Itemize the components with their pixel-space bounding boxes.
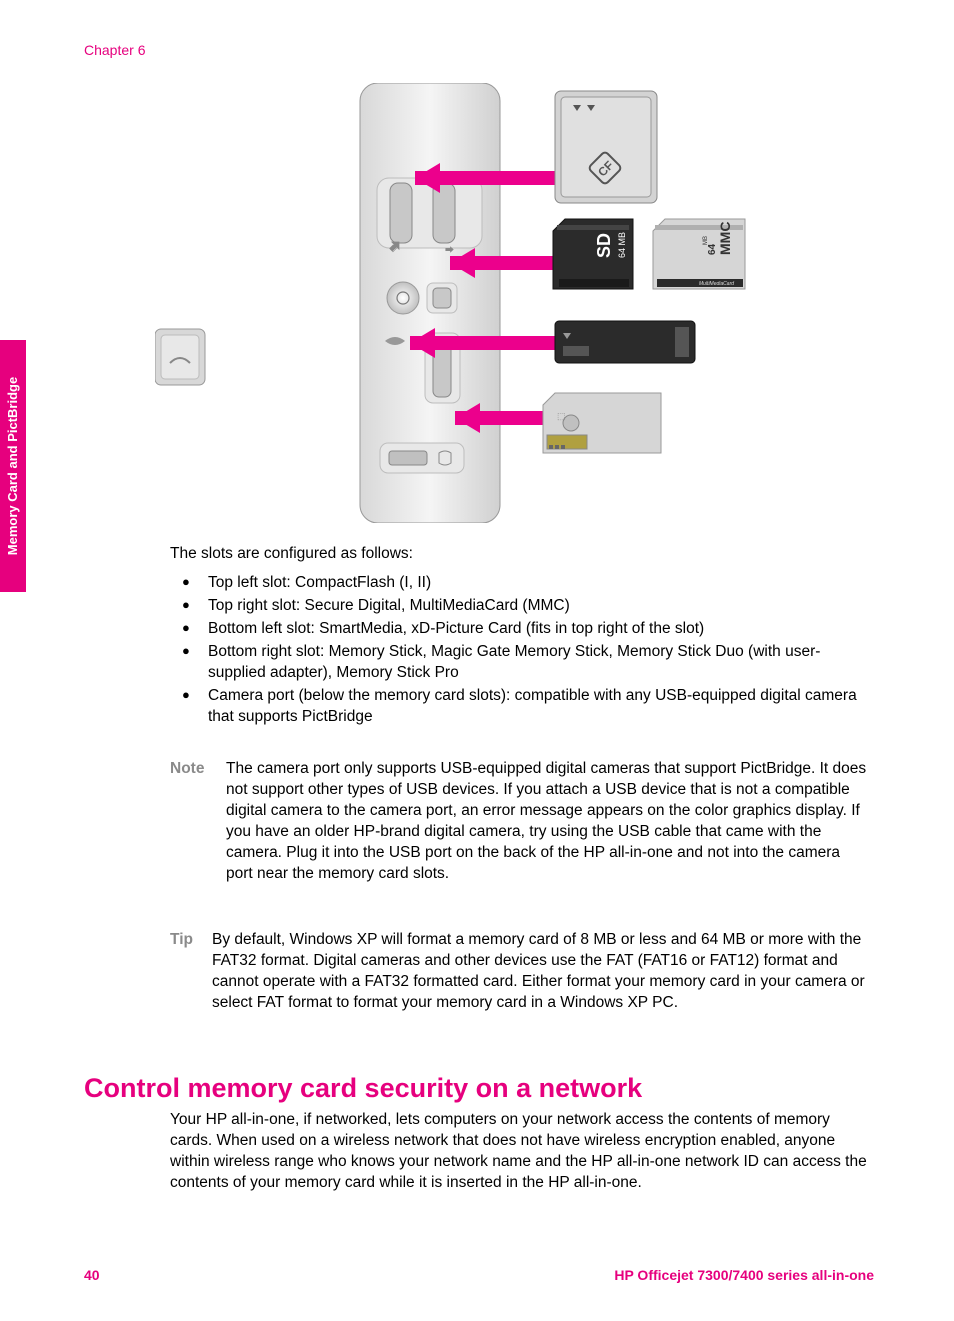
note-block: Note The camera port only supports USB-e…: [170, 759, 870, 885]
note-text: The camera port only supports USB-equipp…: [226, 759, 870, 885]
svg-text:◈: ◈: [389, 243, 397, 254]
product-name: HP Officejet 7300/7400 series all-in-one: [614, 1266, 874, 1285]
list-item: Top left slot: CompactFlash (I, II): [170, 573, 870, 594]
list-item: Top right slot: Secure Digital, MultiMed…: [170, 596, 870, 617]
chapter-header: Chapter 6: [84, 41, 145, 60]
side-tab: Memory Card and PictBridge: [0, 340, 26, 592]
memory-stick-icon: [555, 321, 695, 363]
list-item: Camera port (below the memory card slots…: [170, 686, 870, 728]
tip-label: Tip: [170, 930, 212, 1014]
list-item: Bottom right slot: Memory Stick, Magic G…: [170, 642, 870, 684]
intro-text: The slots are configured as follows:: [170, 544, 870, 565]
svg-text:MB: MB: [703, 236, 709, 245]
slot-config-list: Top left slot: CompactFlash (I, II) Top …: [170, 573, 870, 729]
svg-text:⬚: ⬚: [557, 411, 566, 421]
svg-text:MMC: MMC: [717, 222, 733, 255]
smartmedia-card-icon: ⬚: [543, 393, 661, 453]
svg-text:MultiMediaCard: MultiMediaCard: [699, 281, 734, 287]
svg-text:64 MB: 64 MB: [617, 232, 627, 258]
page-footer: 40 HP Officejet 7300/7400 series all-in-…: [84, 1266, 874, 1285]
mmc-card-icon: MMC 64 MB MultiMediaCard: [653, 219, 745, 289]
compactflash-card-icon: CF: [555, 91, 657, 203]
note-label: Note: [170, 759, 226, 885]
page-number: 40: [84, 1266, 100, 1285]
svg-text:SD: SD: [594, 233, 614, 258]
tip-block: Tip By default, Windows XP will format a…: [170, 930, 870, 1014]
svg-text:⮕: ⮕: [445, 245, 454, 255]
section-heading: Control memory card security on a networ…: [84, 1070, 642, 1106]
memory-card-slots-figure: ◈ ⮕: [155, 83, 785, 523]
sd-card-icon: SD 64 MB: [553, 219, 633, 289]
section-body: Your HP all-in-one, if networked, lets c…: [170, 1110, 870, 1194]
side-tab-label: Memory Card and PictBridge: [4, 377, 22, 555]
tip-text: By default, Windows XP will format a mem…: [212, 930, 870, 1014]
list-item: Bottom left slot: SmartMedia, xD-Picture…: [170, 619, 870, 640]
